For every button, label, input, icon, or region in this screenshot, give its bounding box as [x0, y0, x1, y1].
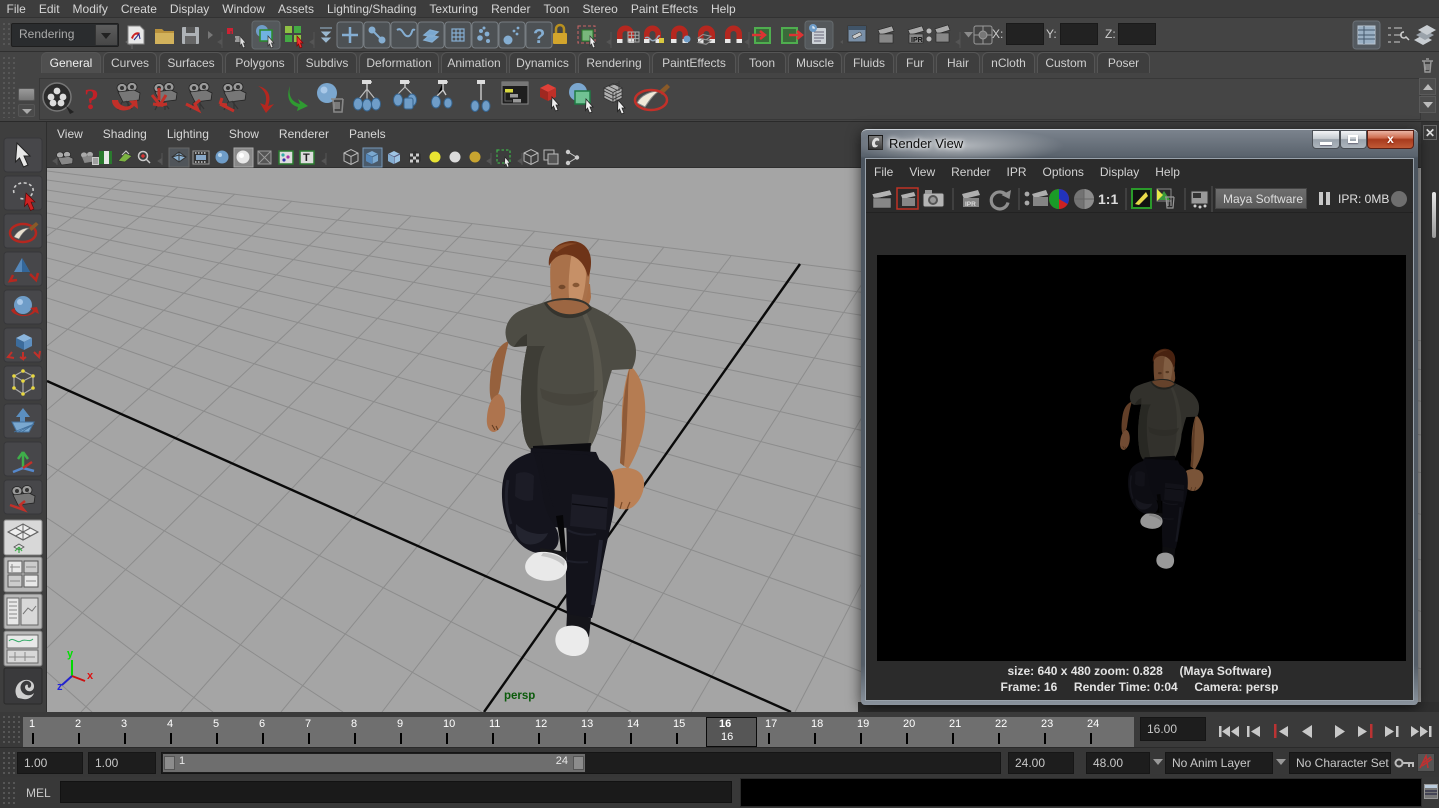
- svg-text:y: y: [67, 648, 74, 660]
- svg-text:1:1: 1:1: [1098, 191, 1118, 207]
- svg-text:IPR: IPR: [965, 201, 976, 208]
- svg-text:z: z: [57, 681, 63, 693]
- svg-text:?: ?: [533, 26, 545, 48]
- svg-text:persp: persp: [504, 690, 535, 702]
- svg-text:IPR: IPR: [911, 37, 923, 44]
- svg-text:x: x: [87, 670, 94, 682]
- svg-text:T: T: [303, 152, 310, 164]
- svg-text:?: ?: [84, 83, 99, 116]
